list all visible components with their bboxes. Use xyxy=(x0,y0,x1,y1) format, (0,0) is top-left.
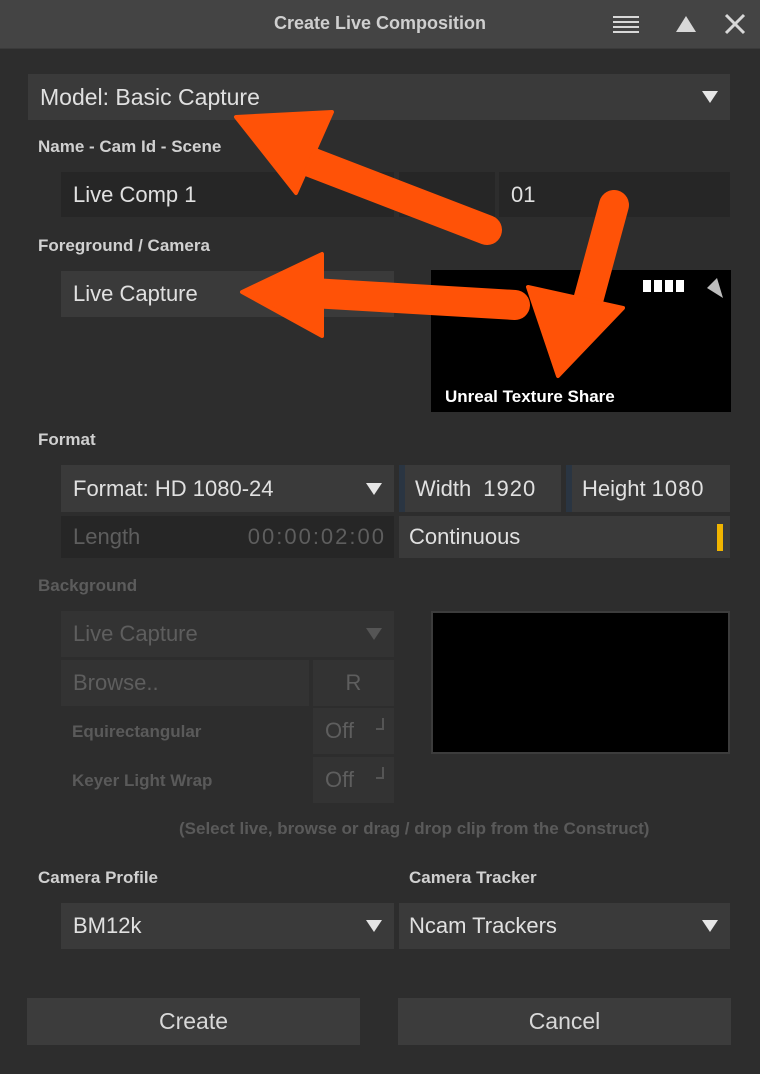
background-section-label: Background xyxy=(38,576,138,595)
light-wrap-label: Keyer Light Wrap xyxy=(72,771,213,790)
preview-caption: Unreal Texture Share xyxy=(445,387,615,406)
collapse-up-icon[interactable] xyxy=(672,10,700,38)
close-icon[interactable] xyxy=(721,10,749,38)
camera-tracker-label: Camera Tracker xyxy=(409,868,537,887)
signal-bars-icon xyxy=(643,280,684,292)
length-label: Length xyxy=(73,524,141,549)
camera-tracker-select[interactable]: Ncam Trackers xyxy=(399,903,730,949)
model-select[interactable]: Model: Basic Capture xyxy=(28,74,730,120)
chevron-down-icon xyxy=(702,91,718,103)
camera-tracker-value: Ncam Trackers xyxy=(409,913,557,938)
format-select-label: Format: HD 1080-24 xyxy=(73,475,274,501)
format-section-label: Format xyxy=(38,430,96,449)
title-bar: Create Live Composition xyxy=(0,0,760,49)
mode-indicator xyxy=(717,524,723,551)
toggle-corner-icon xyxy=(376,767,384,779)
playback-mode-field[interactable]: Continuous xyxy=(399,516,730,558)
toggle-corner-icon xyxy=(376,718,384,730)
width-label: Width xyxy=(415,475,472,501)
height-field[interactable]: Height 1080 xyxy=(566,465,730,512)
chevron-down-icon xyxy=(702,920,718,932)
background-hint: (Select live, browse or drag / drop clip… xyxy=(179,819,650,838)
chevron-down-icon xyxy=(366,482,382,495)
chevron-down-icon xyxy=(366,920,382,932)
name-input[interactable]: Live Comp 1 xyxy=(61,172,394,217)
height-label: Height xyxy=(582,475,646,501)
scene-input[interactable]: 01 xyxy=(499,172,730,217)
create-live-composition-dialog: Create Live Composition Model: Basic Cap… xyxy=(0,0,760,1074)
cancel-button[interactable]: Cancel xyxy=(398,998,731,1045)
corner-arrow-icon xyxy=(707,278,723,298)
model-select-label: Model: Basic Capture xyxy=(40,83,260,110)
name-section-label: Name - Cam Id - Scene xyxy=(38,137,222,156)
background-preview[interactable] xyxy=(431,611,730,754)
foreground-section-label: Foreground / Camera xyxy=(38,236,210,255)
height-value: 1080 xyxy=(651,475,705,501)
light-wrap-toggle: Off xyxy=(313,757,394,803)
length-value: 00:00:02:00 xyxy=(247,524,386,549)
camera-profile-value: BM12k xyxy=(73,913,142,938)
background-source-label: Live Capture xyxy=(73,621,198,646)
width-field[interactable]: Width 1920 xyxy=(399,465,561,512)
chevron-down-icon xyxy=(366,628,382,640)
camera-profile-select[interactable]: BM12k xyxy=(61,903,394,949)
equirectangular-toggle: Off xyxy=(313,708,394,754)
length-field: Length 00:00:02:00 xyxy=(61,516,394,558)
browse-button: Browse.. xyxy=(61,660,309,706)
reset-button: R xyxy=(313,660,394,706)
create-button[interactable]: Create xyxy=(27,998,360,1045)
window-title: Create Live Composition xyxy=(273,13,487,33)
menu-icon[interactable] xyxy=(612,10,640,38)
light-wrap-value: Off xyxy=(325,767,354,792)
format-select[interactable]: Format: HD 1080-24 xyxy=(61,465,394,512)
foreground-source-select[interactable]: Live Capture xyxy=(61,271,394,317)
playback-mode-label: Continuous xyxy=(409,524,521,549)
camera-profile-label: Camera Profile xyxy=(38,868,158,887)
width-value: 1920 xyxy=(483,475,537,501)
foreground-preview[interactable]: Unreal Texture Share xyxy=(431,270,731,412)
equirectangular-value: Off xyxy=(325,718,354,743)
background-source-select: Live Capture xyxy=(61,611,394,657)
equirectangular-label: Equirectangular xyxy=(72,722,202,741)
cam-id-input[interactable] xyxy=(399,172,495,217)
